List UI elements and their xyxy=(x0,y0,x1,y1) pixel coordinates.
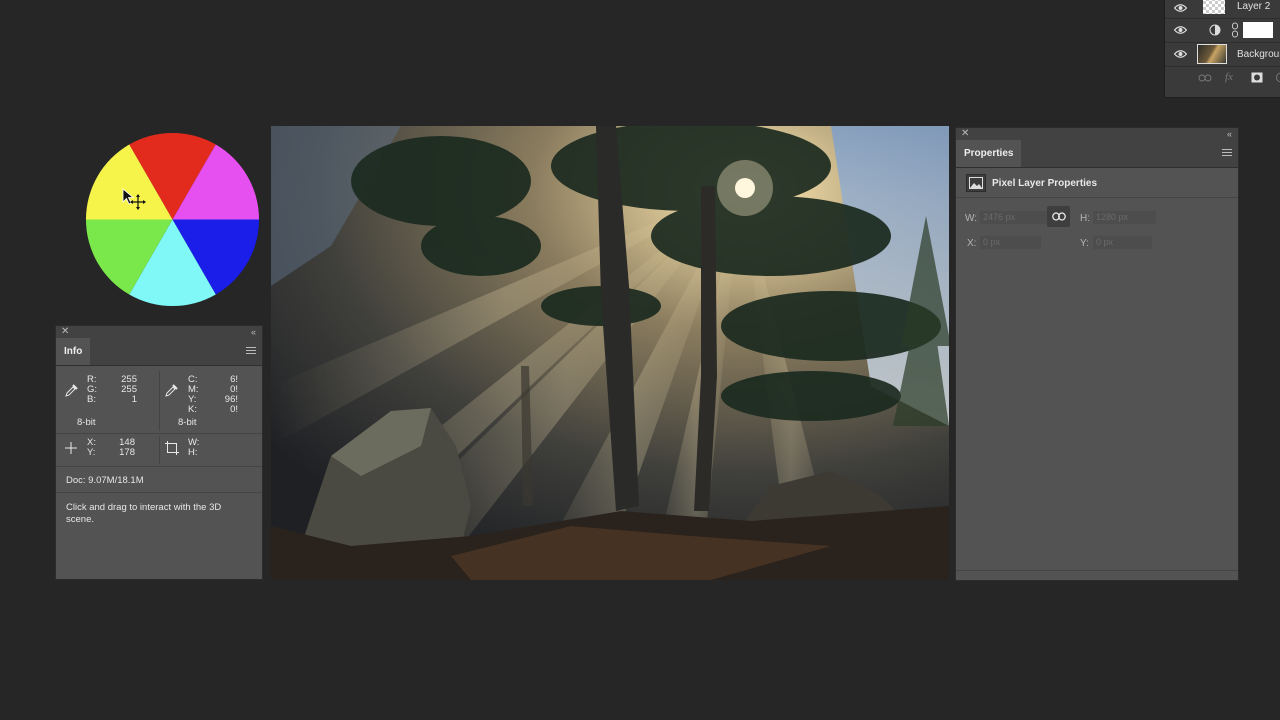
link-dimensions-button[interactable] xyxy=(1047,206,1070,227)
crosshair-icon xyxy=(65,442,77,454)
doc-size: Doc: 9.07M/18.1M xyxy=(66,475,144,486)
visibility-eye-icon[interactable] xyxy=(1174,24,1187,36)
xy-values: 148 178 xyxy=(111,438,135,458)
eyedropper-icon[interactable] xyxy=(65,383,78,397)
height-field[interactable]: 1280 px xyxy=(1093,211,1156,224)
y-label: Y: xyxy=(1080,238,1089,249)
divider xyxy=(956,570,1238,571)
link-icon[interactable] xyxy=(1231,22,1239,38)
layer-mask-thumbnail xyxy=(1243,22,1273,38)
layer-row[interactable] xyxy=(1165,18,1280,43)
add-mask-icon[interactable] xyxy=(1251,72,1263,83)
cmyk-values: 6! 0! 96! 0! xyxy=(214,375,238,415)
divider xyxy=(56,433,262,434)
panel-menu-icon[interactable] xyxy=(246,347,256,355)
width-field[interactable]: 2476 px xyxy=(980,211,1047,224)
tab-info[interactable]: Info xyxy=(56,338,91,365)
divider xyxy=(56,466,262,467)
x-label: X: xyxy=(967,238,977,249)
h-label: H: xyxy=(188,447,198,458)
properties-tab-bar: Properties xyxy=(956,140,1238,168)
fx-icon[interactable]: fx xyxy=(1225,71,1233,83)
panel-header-bar: ✕ « xyxy=(56,326,262,338)
move-cursor-icon xyxy=(122,188,146,210)
collapse-icon[interactable]: « xyxy=(251,326,256,338)
wh-labels: W: H: xyxy=(188,438,199,458)
layer-thumbnail xyxy=(1203,0,1225,14)
visibility-eye-icon[interactable] xyxy=(1174,2,1187,14)
height-label: H: xyxy=(1080,213,1090,224)
rgb-values: 255 255 1 xyxy=(111,375,137,405)
selection-size-icon xyxy=(165,441,179,455)
layer-name: Layer 2 xyxy=(1237,1,1271,12)
properties-panel: ✕ « Properties Pixel Layer Properties W:… xyxy=(955,127,1239,581)
collapse-icon[interactable]: « xyxy=(1227,128,1232,140)
adjustment-icon[interactable] xyxy=(1275,72,1280,83)
tab-properties[interactable]: Properties xyxy=(956,140,1022,167)
layer-name: Background xyxy=(1237,49,1280,60)
layer-row[interactable]: Layer 2 xyxy=(1165,0,1280,19)
eyedropper-icon[interactable] xyxy=(165,383,178,397)
link-layers-icon[interactable] xyxy=(1198,73,1212,83)
k-value: 0! xyxy=(230,404,238,415)
k-label: K: xyxy=(188,404,197,415)
chain-link-icon xyxy=(1052,212,1066,221)
info-panel: ✕ « Info R: G: B: 255 255 1 8-bit C: M: … xyxy=(55,325,263,580)
color-wheel[interactable] xyxy=(84,131,261,308)
cmyk-labels: C: M: Y: K: xyxy=(188,375,199,415)
divider xyxy=(956,197,1238,198)
panel-menu-icon[interactable] xyxy=(1222,149,1232,157)
y-value: 178 xyxy=(119,447,135,458)
document-canvas-image[interactable] xyxy=(271,126,949,580)
cmyk-bit-depth: 8-bit xyxy=(178,417,197,428)
x-field[interactable]: 0 px xyxy=(980,236,1041,249)
width-label: W: xyxy=(965,213,978,224)
xy-labels: X: Y: xyxy=(87,438,96,458)
rgb-labels: R: G: B: xyxy=(87,375,97,405)
info-tab-bar: Info xyxy=(56,338,262,366)
y-label: Y: xyxy=(87,447,96,458)
b-value: 1 xyxy=(131,394,137,405)
y-field[interactable]: 0 px xyxy=(1093,236,1152,249)
panel-header-bar: ✕ « xyxy=(956,128,1238,140)
adjustment-layer-icon xyxy=(1209,24,1221,36)
b-label: B: xyxy=(87,394,96,405)
status-hint: Click and drag to interact with the 3D s… xyxy=(66,502,222,525)
close-icon[interactable]: ✕ xyxy=(61,326,69,338)
scrollbar-track[interactable] xyxy=(1226,168,1236,548)
layer-thumbnail xyxy=(1197,44,1227,64)
panel-subtitle: Pixel Layer Properties xyxy=(992,178,1098,189)
close-icon[interactable]: ✕ xyxy=(961,128,969,140)
layer-row[interactable]: Background xyxy=(1165,42,1280,67)
rgb-bit-depth: 8-bit xyxy=(77,417,96,428)
layers-footer: fx xyxy=(1165,67,1280,89)
divider xyxy=(56,492,262,493)
visibility-eye-icon[interactable] xyxy=(1174,48,1187,60)
divider xyxy=(159,371,160,431)
layers-panel: Layer 2 Background fx xyxy=(1164,0,1280,98)
pixel-layer-icon xyxy=(966,174,986,192)
divider xyxy=(159,436,160,464)
